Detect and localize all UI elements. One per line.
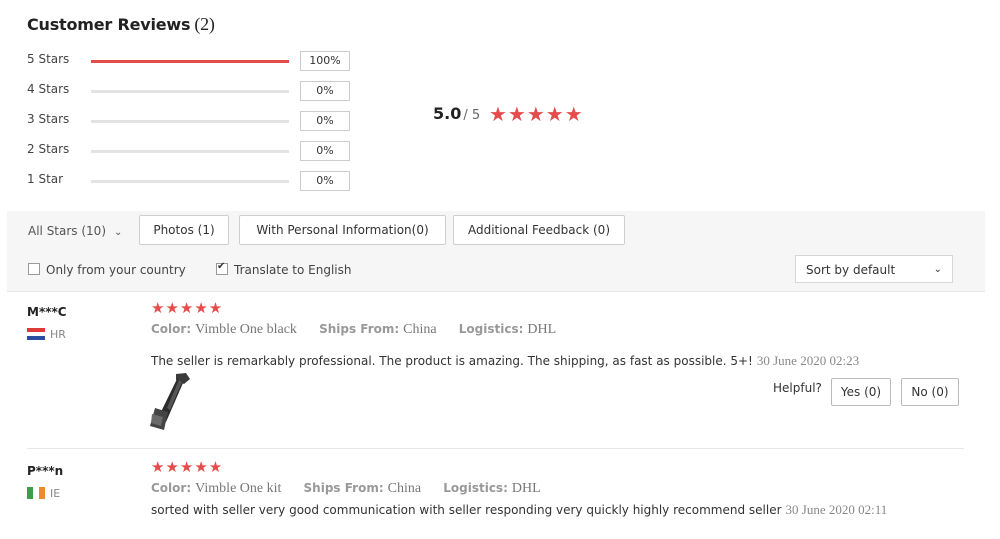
flag-hr-icon (27, 328, 45, 340)
personal-info-filter-button[interactable]: With Personal Information(0) (239, 215, 446, 245)
star-filter-dropdown[interactable]: All Stars (10) ⌄ (28, 224, 122, 238)
checkbox-checked-icon[interactable] (216, 261, 228, 275)
color-label: Color: (151, 322, 192, 336)
rating-row-4[interactable]: 4 Stars 0% (27, 81, 357, 101)
chevron-down-icon: ⌄ (933, 264, 942, 275)
only-country-label: Only from your country (46, 263, 186, 277)
logistics-value: DHL (527, 322, 557, 337)
rating-bar (91, 90, 289, 93)
country-code: IE (50, 487, 61, 500)
rating-row-2[interactable]: 2 Stars 0% (27, 141, 357, 161)
review-item: M***C HR ★★★★★ Color: Vimble One black Sh… (27, 299, 963, 445)
review-item: P***n IE ★★★★★ Color: Vimble One kit Ship… (27, 458, 963, 534)
rating-bar-fill (91, 60, 289, 63)
helpful-yes-button[interactable]: Yes (0) (831, 378, 891, 406)
review-meta: Color: Vimble One black Ships From: China … (151, 322, 574, 338)
color-value: Vimble One black (195, 322, 297, 337)
additional-feedback-filter-button[interactable]: Additional Feedback (0) (453, 215, 625, 245)
rating-row-5[interactable]: 5 Stars 100% (27, 51, 357, 71)
review-country: HR (27, 328, 66, 341)
color-label: Color: (151, 481, 192, 495)
logistics-value: DHL (511, 481, 541, 496)
logistics-label: Logistics: (443, 481, 508, 495)
ships-value: China (403, 322, 437, 337)
country-code: HR (50, 328, 66, 341)
ships-label: Ships From: (319, 322, 400, 336)
reviews-title: Customer Reviews (2) (27, 14, 215, 35)
sort-dropdown[interactable]: Sort by default ⌄ (795, 255, 953, 283)
reviews-title-text: Customer Reviews (27, 15, 191, 34)
color-value: Vimble One kit (195, 481, 282, 496)
rating-percent: 100% (300, 51, 350, 71)
ships-label: Ships From: (303, 481, 384, 495)
overall-stars: ★★★★★ (489, 102, 584, 126)
overall-rating: 5.0/ 5 (433, 104, 480, 123)
review-text: The seller is remarkably professional. T… (151, 353, 859, 369)
rating-bar (91, 180, 289, 183)
helpful-label: Helpful? (773, 381, 822, 395)
photos-filter-button[interactable]: Photos (1) (139, 215, 229, 245)
overall-score: 5.0 (433, 104, 462, 123)
rating-row-label: 4 Stars (27, 82, 70, 96)
review-text: sorted with seller very good communicati… (151, 502, 887, 518)
translate-checkbox[interactable]: Translate to English (216, 261, 352, 277)
overall-max: / 5 (463, 108, 481, 123)
chevron-down-icon: ⌄ (114, 227, 123, 238)
review-divider (27, 448, 964, 449)
only-country-checkbox[interactable]: Only from your country (28, 263, 186, 277)
sort-label: Sort by default (806, 263, 896, 277)
ships-value: China (387, 481, 422, 496)
review-country: IE (27, 487, 60, 500)
rating-percent: 0% (300, 141, 350, 161)
rating-bar (91, 60, 289, 63)
rating-percent: 0% (300, 171, 350, 191)
rating-row-label: 3 Stars (27, 112, 70, 126)
review-username: P***n (27, 464, 64, 478)
rating-row-3[interactable]: 3 Stars 0% (27, 111, 357, 131)
rating-row-label: 1 Star (27, 172, 64, 186)
rating-bar (91, 120, 289, 123)
review-filter-bar: All Stars (10) ⌄ Photos (1) With Personal… (7, 211, 985, 292)
rating-row-label: 2 Stars (27, 142, 70, 156)
rating-percent: 0% (300, 111, 350, 131)
rating-percent: 0% (300, 81, 350, 101)
reviews-count: (2) (194, 14, 215, 34)
rating-bar (91, 150, 289, 153)
review-body: sorted with seller very good communicati… (151, 503, 782, 517)
rating-row-label: 5 Stars (27, 52, 70, 66)
review-photo-thumbnail[interactable] (146, 370, 198, 434)
review-username: M***C (27, 305, 67, 319)
review-date: 30 June 2020 02:23 (756, 353, 860, 368)
translate-label: Translate to English (234, 263, 352, 277)
review-meta: Color: Vimble One kit Ships From: China Lo… (151, 481, 559, 497)
rating-row-1[interactable]: 1 Star 0% (27, 171, 357, 191)
star-filter-label: All Stars (10) (28, 224, 106, 238)
logistics-label: Logistics: (458, 322, 524, 336)
review-stars: ★★★★★ (151, 458, 224, 476)
review-date: 30 June 2020 02:11 (785, 502, 888, 517)
review-body: The seller is remarkably professional. T… (151, 354, 753, 368)
review-stars: ★★★★★ (151, 299, 224, 317)
helpful-no-button[interactable]: No (0) (901, 378, 959, 406)
checkbox-icon[interactable] (28, 263, 40, 275)
flag-ie-icon (27, 487, 45, 499)
